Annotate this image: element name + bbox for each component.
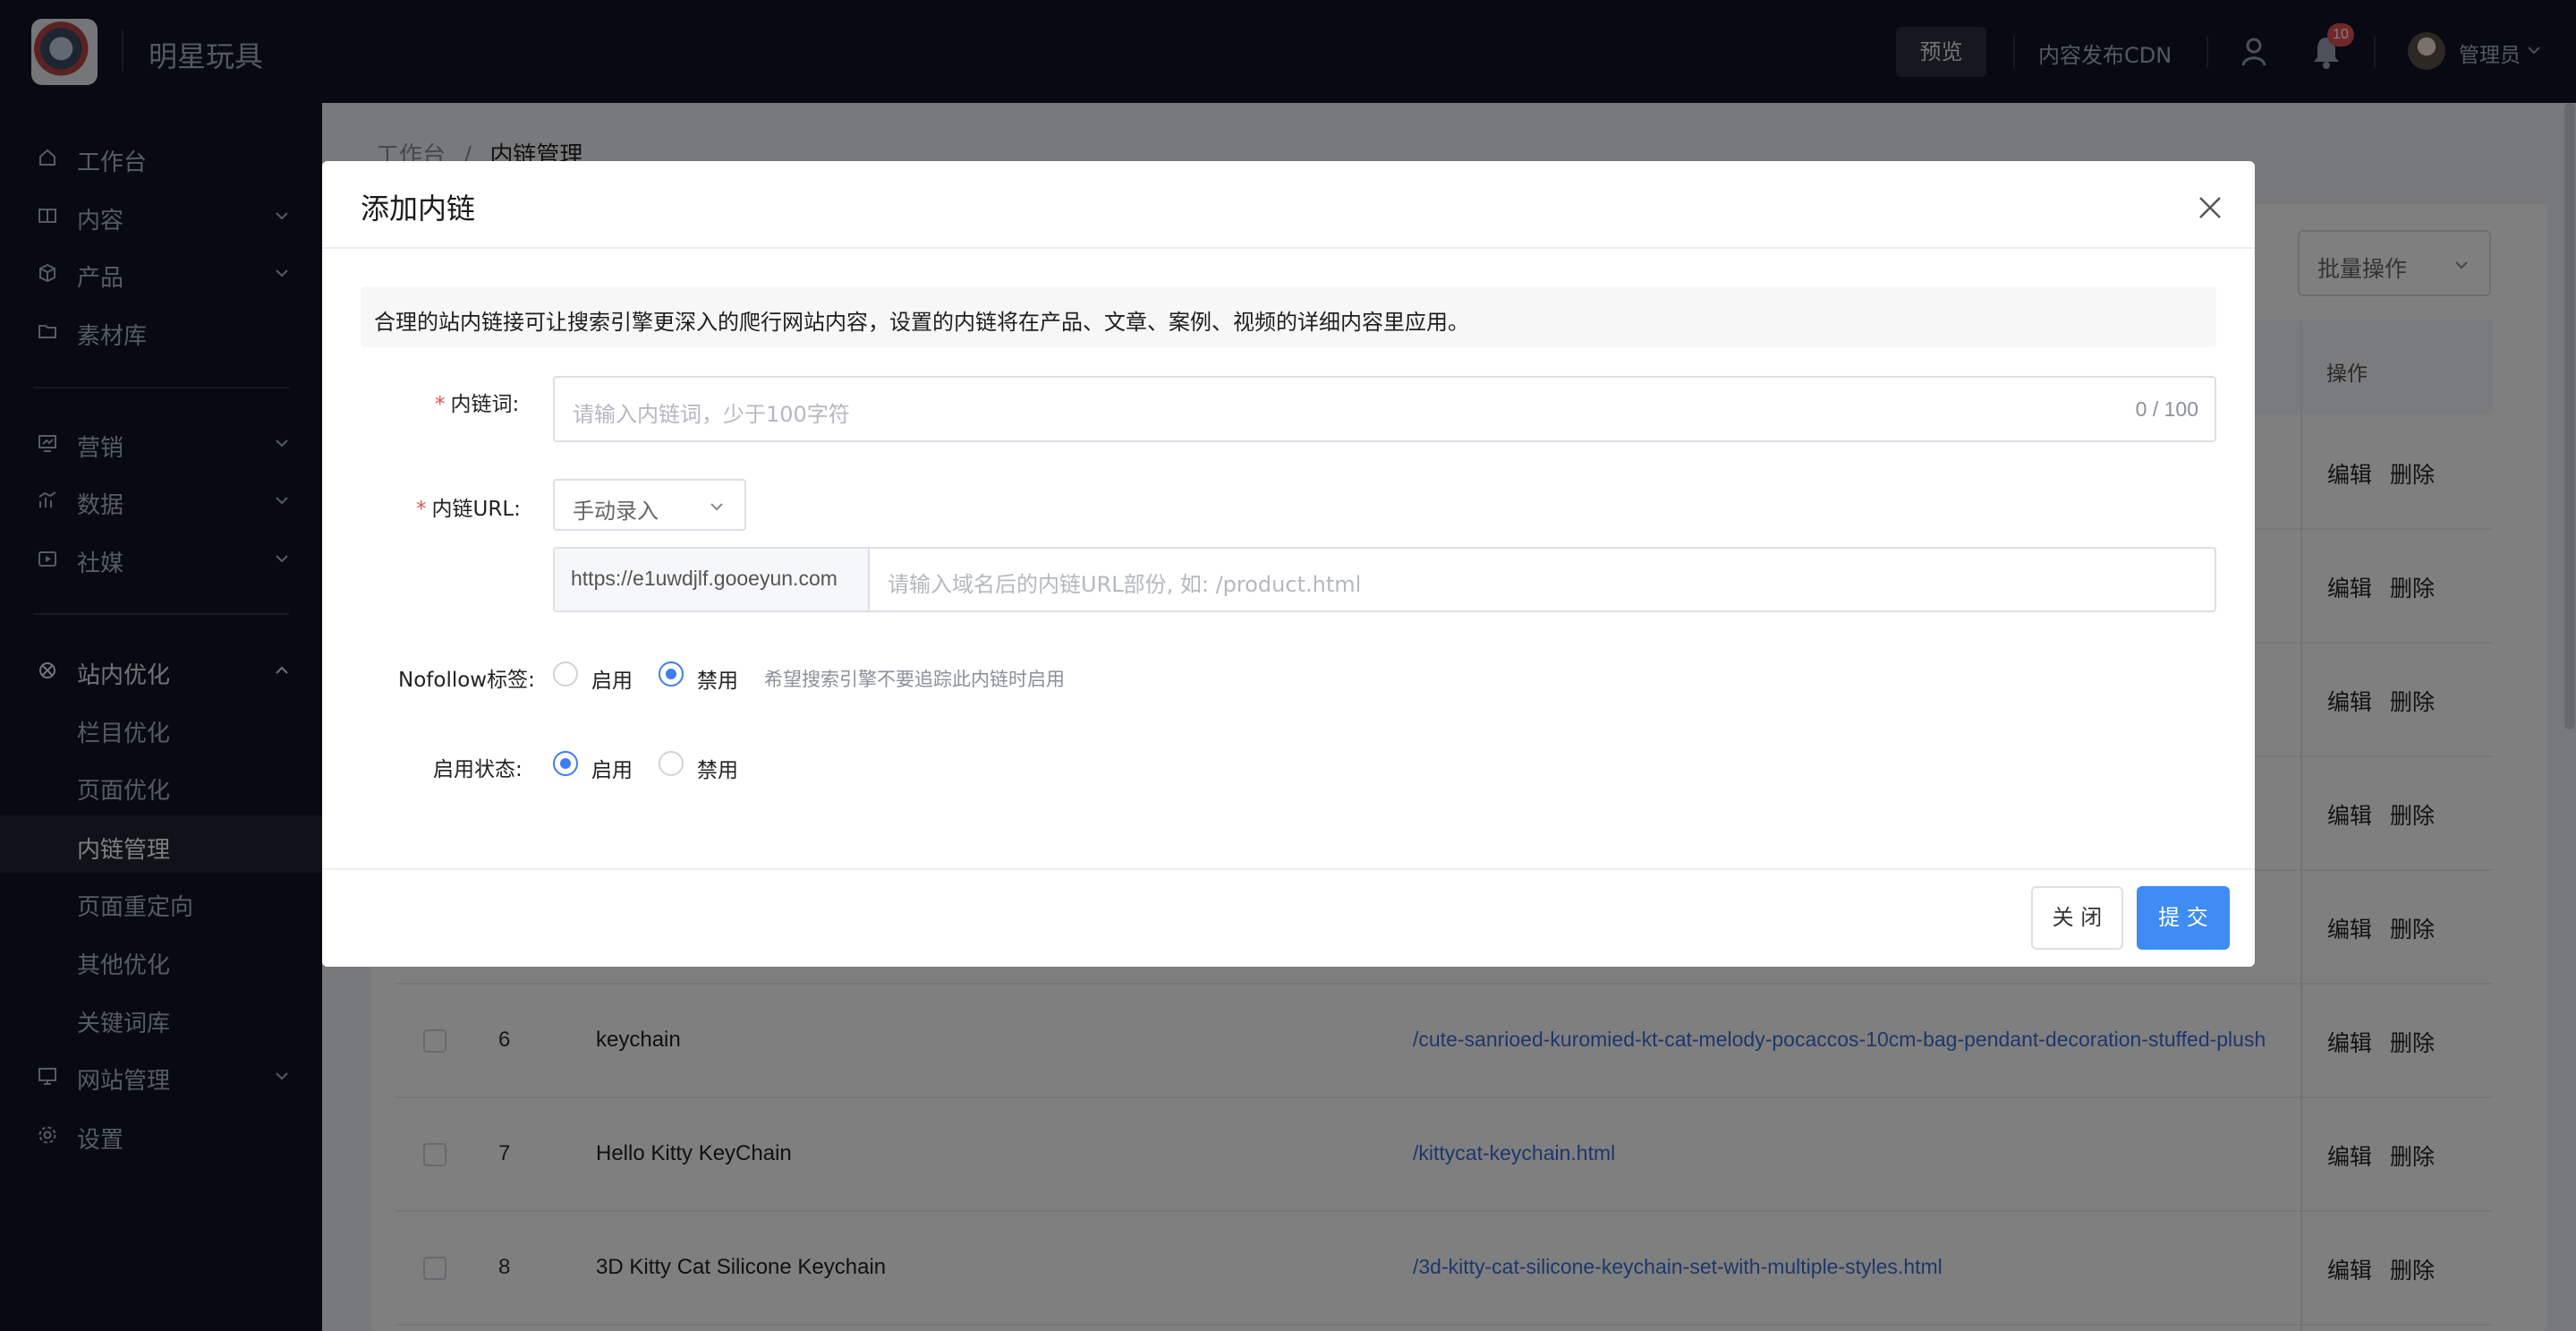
nofollow-enable-label[interactable]: 启用: [591, 663, 633, 694]
keyword-placeholder: 请输入内链词，少于100字符: [573, 402, 850, 427]
close-button[interactable]: 关 闭: [2031, 886, 2123, 950]
nofollow-enable-radio[interactable]: [553, 661, 578, 687]
nofollow-disable-label[interactable]: 禁用: [697, 663, 738, 694]
status-enable-label[interactable]: 启用: [591, 753, 633, 783]
divider: [322, 868, 2255, 870]
nofollow-hint: 希望搜索引擎不要追踪此内链时启用: [764, 669, 1065, 690]
divider: [322, 247, 2255, 249]
nofollow-label: Nofollow标签:: [398, 669, 535, 692]
required-mark: *: [435, 393, 446, 416]
keyword-char-counter: 0 / 100: [2135, 397, 2198, 421]
url-mode-value: 手动录入: [573, 499, 659, 524]
status-enable-radio[interactable]: [553, 751, 578, 776]
status-disable-label[interactable]: 禁用: [697, 753, 738, 783]
keyword-label: * 内链词:: [435, 393, 520, 416]
dialog-title: 添加内链: [361, 192, 476, 226]
status-label: 启用状态:: [433, 758, 523, 781]
close-icon[interactable]: [2196, 193, 2224, 222]
required-mark: *: [416, 498, 427, 521]
url-input[interactable]: 请输入域名后的内链URL部份, 如: /product.html: [888, 567, 1361, 598]
url-label: * 内链URL:: [416, 498, 521, 521]
url-mode-select[interactable]: 手动录入: [553, 479, 746, 531]
nofollow-disable-radio[interactable]: [659, 661, 684, 687]
url-input-group: https://e1uwdjlf.gooeyun.com 请输入域名后的内链UR…: [553, 547, 2216, 612]
submit-button[interactable]: 提 交: [2137, 886, 2230, 950]
chevron-down-icon: [710, 503, 723, 511]
info-notice: 合理的站内链接可让搜索引擎更深入的爬行网站内容，设置的内链将在产品、文章、案例、…: [361, 286, 2216, 347]
status-disable-radio[interactable]: [659, 751, 684, 776]
notice-text: 合理的站内链接可让搜索引擎更深入的爬行网站内容，设置的内链将在产品、文章、案例、…: [374, 310, 1469, 335]
url-domain-prefix: https://e1uwdjlf.gooeyun.com: [555, 549, 870, 610]
keyword-input[interactable]: 请输入内链词，少于100字符 0 / 100: [553, 376, 2216, 442]
add-internal-link-dialog: 添加内链 合理的站内链接可让搜索引擎更深入的爬行网站内容，设置的内链将在产品、文…: [322, 161, 2255, 967]
